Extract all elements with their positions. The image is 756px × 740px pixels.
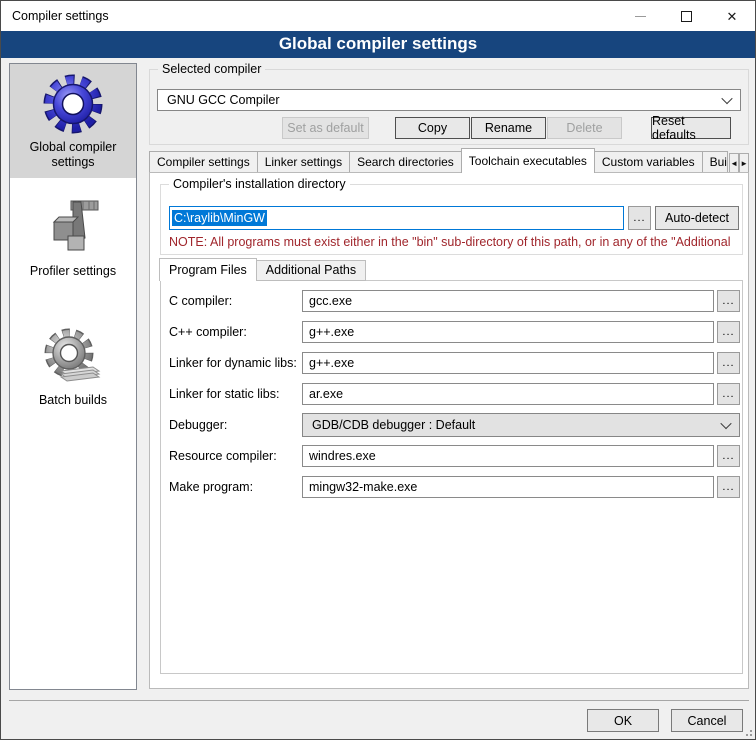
program-files-page: C compiler: gcc.exe ... C++ compiler: g+… [160,280,743,674]
cpp-compiler-browse-button[interactable]: ... [717,321,740,343]
close-icon: ✕ [727,10,738,23]
tab-linker-settings[interactable]: Linker settings [257,151,350,173]
resource-compiler-row: Resource compiler: windres.exe ... [161,444,742,468]
linker-static-browse-button[interactable]: ... [717,383,740,405]
c-compiler-label: C compiler: [169,289,232,313]
install-dir-browse-button[interactable]: ... [628,206,651,230]
cpp-compiler-row: C++ compiler: g++.exe ... [161,320,742,344]
tab-compiler-settings[interactable]: Compiler settings [149,151,258,173]
chevron-down-icon [720,418,731,429]
debugger-label: Debugger: [169,413,227,437]
profiler-caliper-icon [41,196,105,260]
tab-scroll-left-button[interactable]: ◄ [729,153,739,173]
auto-detect-button[interactable]: Auto-detect [655,206,739,230]
cpp-compiler-input[interactable]: g++.exe [302,321,714,343]
linker-dynamic-row: Linker for dynamic libs: g++.exe ... [161,351,742,375]
sidebar-item-label: Batch builds [10,393,136,408]
rename-button[interactable]: Rename [471,117,546,139]
c-compiler-row: C compiler: gcc.exe ... [161,289,742,313]
toolchain-executables-page: Compiler's installation directory C:\ray… [149,172,749,689]
titlebar-buttons: ✕ [617,1,755,31]
ok-button[interactable]: OK [587,709,659,732]
cpp-compiler-label: C++ compiler: [169,320,247,344]
debugger-row: Debugger: GDB/CDB debugger : Default [161,413,742,437]
batch-builds-icon [41,325,105,389]
sidebar-item-profiler-settings[interactable]: Profiler settings [10,188,136,287]
sidebar-item-global-compiler-settings[interactable]: Global compiler settings [10,64,136,178]
tab-build-options[interactable]: Build options [702,151,729,173]
selected-compiler-value: GNU GCC Compiler [167,93,280,107]
resource-compiler-input[interactable]: windres.exe [302,445,714,467]
cancel-button[interactable]: Cancel [671,709,743,732]
resize-grip-icon[interactable] [742,726,752,736]
program-files-tabs: Program Files Additional Paths [160,258,366,281]
install-dir-input[interactable]: C:\raylib\MinGW [169,206,624,230]
linker-static-input[interactable]: ar.exe [302,383,714,405]
tab-scroll-right-button[interactable]: ► [739,153,749,173]
settings-category-list: Global compiler settings Profiler settin… [9,63,137,690]
linker-static-row: Linker for static libs: ar.exe ... [161,382,742,406]
linker-dynamic-label: Linker for dynamic libs: [169,351,297,375]
minimize-button[interactable] [617,1,663,31]
install-dir-selected-text: C:\raylib\MinGW [172,210,267,226]
installation-directory-group: Compiler's installation directory C:\ray… [160,184,743,255]
resource-compiler-browse-button[interactable]: ... [717,445,740,467]
linker-dynamic-browse-button[interactable]: ... [717,352,740,374]
sidebar-item-label: Global compiler settings [10,140,136,170]
reset-defaults-button[interactable]: Reset defaults [651,117,731,139]
linker-static-label: Linker for static libs: [169,382,279,406]
make-program-row: Make program: mingw32-make.exe ... [161,475,742,499]
maximize-icon [681,11,692,22]
footer-separator [9,700,749,701]
right-arrow-icon: ► [740,159,748,168]
selected-compiler-group-label: Selected compiler [158,62,265,76]
maximize-button[interactable] [663,1,709,31]
resource-compiler-label: Resource compiler: [169,444,277,468]
tab-search-directories[interactable]: Search directories [349,151,462,173]
left-arrow-icon: ◄ [730,159,738,168]
window-title: Compiler settings [12,9,109,23]
blue-gear-icon [41,72,105,136]
debugger-dropdown[interactable]: GDB/CDB debugger : Default [302,413,740,437]
c-compiler-browse-button[interactable]: ... [717,290,740,312]
minimize-icon [635,16,646,17]
page-title: Global compiler settings [1,31,755,58]
tab-program-files[interactable]: Program Files [159,258,257,281]
installation-directory-group-label: Compiler's installation directory [169,177,350,191]
compiler-settings-dialog: Compiler settings ✕ Global compiler sett… [0,0,756,740]
tab-custom-variables[interactable]: Custom variables [594,151,703,173]
compiler-tabs: Compiler settings Linker settings Search… [149,148,749,173]
make-program-browse-button[interactable]: ... [717,476,740,498]
linker-dynamic-input[interactable]: g++.exe [302,352,714,374]
close-button[interactable]: ✕ [709,1,755,31]
make-program-input[interactable]: mingw32-make.exe [302,476,714,498]
tab-toolchain-executables[interactable]: Toolchain executables [461,148,595,173]
titlebar: Compiler settings ✕ [1,1,755,31]
sidebar-item-batch-builds[interactable]: Batch builds [10,317,136,416]
set-as-default-button[interactable]: Set as default [282,117,369,139]
copy-button[interactable]: Copy [395,117,470,139]
chevron-down-icon [721,93,732,104]
delete-button[interactable]: Delete [547,117,622,139]
tab-additional-paths[interactable]: Additional Paths [256,260,366,281]
c-compiler-input[interactable]: gcc.exe [302,290,714,312]
debugger-value: GDB/CDB debugger : Default [312,418,475,432]
make-program-label: Make program: [169,475,253,499]
selected-compiler-dropdown[interactable]: GNU GCC Compiler [157,89,741,111]
bin-subdirectory-note: NOTE: All programs must exist either in … [169,235,736,249]
sidebar-item-label: Profiler settings [10,264,136,279]
